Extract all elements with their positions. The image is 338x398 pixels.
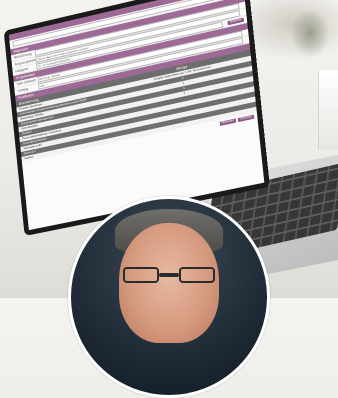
person-avatar bbox=[68, 196, 270, 398]
save-button[interactable]: Speichern bbox=[238, 115, 254, 122]
glasses-icon bbox=[123, 267, 215, 285]
cancel-button[interactable]: Abbrechen bbox=[219, 118, 236, 126]
app-form: Allgemein Bezeichnung Ansprechpartner Zw… bbox=[9, 0, 264, 230]
